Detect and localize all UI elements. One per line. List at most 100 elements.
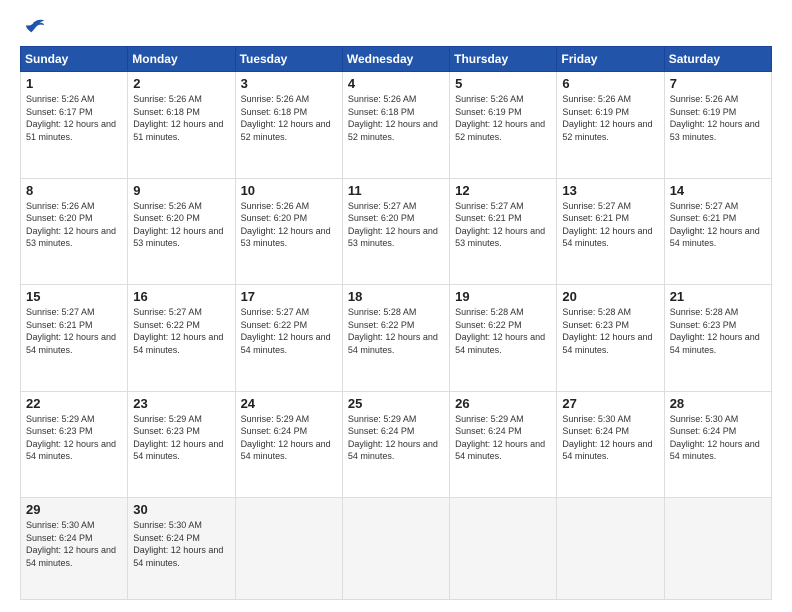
- day-number: 19: [455, 289, 551, 304]
- page: SundayMondayTuesdayWednesdayThursdayFrid…: [0, 0, 792, 612]
- logo-bird-icon: [24, 18, 46, 36]
- calendar-day-cell: [557, 498, 664, 600]
- calendar-day-cell: 16 Sunrise: 5:27 AMSunset: 6:22 PMDayligh…: [128, 285, 235, 392]
- day-number: 25: [348, 396, 444, 411]
- calendar-day-cell: 8 Sunrise: 5:26 AMSunset: 6:20 PMDaylight…: [21, 178, 128, 285]
- calendar-week-row: 1Sunrise: 5:26 AMSunset: 6:17 PMDaylight…: [21, 72, 772, 179]
- calendar-day-cell: 12 Sunrise: 5:27 AMSunset: 6:21 PMDayligh…: [450, 178, 557, 285]
- day-number: 20: [562, 289, 658, 304]
- day-info: Sunrise: 5:30 AMSunset: 6:24 PMDaylight:…: [562, 413, 658, 463]
- day-info: Sunrise: 5:29 AMSunset: 6:24 PMDaylight:…: [455, 413, 551, 463]
- calendar-day-cell: 22Sunrise: 5:29 AMSunset: 6:23 PMDayligh…: [21, 391, 128, 498]
- day-info: Sunrise: 5:27 AMSunset: 6:21 PMDaylight:…: [562, 200, 658, 250]
- day-number: 2: [133, 76, 229, 91]
- calendar-day-cell: 27 Sunrise: 5:30 AMSunset: 6:24 PMDayligh…: [557, 391, 664, 498]
- calendar-day-cell: 23 Sunrise: 5:29 AMSunset: 6:23 PMDayligh…: [128, 391, 235, 498]
- day-number: 17: [241, 289, 337, 304]
- calendar-day-cell: 19Sunrise: 5:28 AMSunset: 6:22 PMDayligh…: [450, 285, 557, 392]
- day-of-week-header: Sunday: [21, 47, 128, 72]
- day-number: 26: [455, 396, 551, 411]
- calendar-day-cell: 24 Sunrise: 5:29 AMSunset: 6:24 PMDayligh…: [235, 391, 342, 498]
- calendar-day-cell: 25 Sunrise: 5:29 AMSunset: 6:24 PMDayligh…: [342, 391, 449, 498]
- day-number: 10: [241, 183, 337, 198]
- day-info: Sunrise: 5:26 AMSunset: 6:19 PMDaylight:…: [562, 93, 658, 143]
- day-info: Sunrise: 5:27 AMSunset: 6:22 PMDaylight:…: [133, 306, 229, 356]
- calendar-day-cell: 28 Sunrise: 5:30 AMSunset: 6:24 PMDayligh…: [664, 391, 771, 498]
- day-number: 15: [26, 289, 122, 304]
- day-number: 11: [348, 183, 444, 198]
- day-number: 21: [670, 289, 766, 304]
- calendar-day-cell: [342, 498, 449, 600]
- day-info: Sunrise: 5:26 AMSunset: 6:19 PMDaylight:…: [670, 93, 766, 143]
- day-of-week-header: Friday: [557, 47, 664, 72]
- calendar-day-cell: 20Sunrise: 5:28 AMSunset: 6:23 PMDayligh…: [557, 285, 664, 392]
- day-info: Sunrise: 5:28 AMSunset: 6:23 PMDaylight:…: [670, 306, 766, 356]
- calendar-day-cell: 17Sunrise: 5:27 AMSunset: 6:22 PMDayligh…: [235, 285, 342, 392]
- calendar-day-cell: 29 Sunrise: 5:30 AMSunset: 6:24 PMDayligh…: [21, 498, 128, 600]
- calendar-week-row: 22Sunrise: 5:29 AMSunset: 6:23 PMDayligh…: [21, 391, 772, 498]
- calendar-day-cell: [235, 498, 342, 600]
- calendar-day-cell: 4 Sunrise: 5:26 AMSunset: 6:18 PMDaylight…: [342, 72, 449, 179]
- calendar-day-cell: 11 Sunrise: 5:27 AMSunset: 6:20 PMDayligh…: [342, 178, 449, 285]
- day-info: Sunrise: 5:26 AMSunset: 6:19 PMDaylight:…: [455, 93, 551, 143]
- calendar-week-row: 8 Sunrise: 5:26 AMSunset: 6:20 PMDaylight…: [21, 178, 772, 285]
- day-info: Sunrise: 5:26 AMSunset: 6:18 PMDaylight:…: [133, 93, 229, 143]
- day-number: 4: [348, 76, 444, 91]
- calendar-day-cell: 2 Sunrise: 5:26 AMSunset: 6:18 PMDaylight…: [128, 72, 235, 179]
- day-of-week-header: Tuesday: [235, 47, 342, 72]
- day-number: 7: [670, 76, 766, 91]
- calendar-table: SundayMondayTuesdayWednesdayThursdayFrid…: [20, 46, 772, 600]
- day-number: 3: [241, 76, 337, 91]
- day-number: 23: [133, 396, 229, 411]
- day-info: Sunrise: 5:26 AMSunset: 6:18 PMDaylight:…: [348, 93, 444, 143]
- calendar-day-cell: 15 Sunrise: 5:27 AMSunset: 6:21 PMDayligh…: [21, 285, 128, 392]
- day-info: Sunrise: 5:29 AMSunset: 6:24 PMDaylight:…: [348, 413, 444, 463]
- day-number: 18: [348, 289, 444, 304]
- day-info: Sunrise: 5:26 AMSunset: 6:20 PMDaylight:…: [26, 200, 122, 250]
- day-info: Sunrise: 5:26 AMSunset: 6:20 PMDaylight:…: [241, 200, 337, 250]
- day-number: 9: [133, 183, 229, 198]
- day-number: 28: [670, 396, 766, 411]
- day-info: Sunrise: 5:27 AMSunset: 6:21 PMDaylight:…: [26, 306, 122, 356]
- day-number: 12: [455, 183, 551, 198]
- logo: [20, 18, 46, 36]
- day-number: 8: [26, 183, 122, 198]
- calendar-day-cell: 5 Sunrise: 5:26 AMSunset: 6:19 PMDaylight…: [450, 72, 557, 179]
- calendar-day-cell: 10 Sunrise: 5:26 AMSunset: 6:20 PMDayligh…: [235, 178, 342, 285]
- day-info: Sunrise: 5:30 AMSunset: 6:24 PMDaylight:…: [670, 413, 766, 463]
- day-of-week-header: Monday: [128, 47, 235, 72]
- day-info: Sunrise: 5:29 AMSunset: 6:24 PMDaylight:…: [241, 413, 337, 463]
- calendar-week-row: 15 Sunrise: 5:27 AMSunset: 6:21 PMDayligh…: [21, 285, 772, 392]
- day-info: Sunrise: 5:30 AMSunset: 6:24 PMDaylight:…: [26, 519, 122, 569]
- header: [20, 18, 772, 36]
- calendar-day-cell: 14Sunrise: 5:27 AMSunset: 6:21 PMDayligh…: [664, 178, 771, 285]
- calendar-day-cell: [450, 498, 557, 600]
- day-number: 24: [241, 396, 337, 411]
- calendar-day-cell: 3 Sunrise: 5:26 AMSunset: 6:18 PMDaylight…: [235, 72, 342, 179]
- calendar-day-cell: [664, 498, 771, 600]
- day-info: Sunrise: 5:29 AMSunset: 6:23 PMDaylight:…: [26, 413, 122, 463]
- calendar-day-cell: 13Sunrise: 5:27 AMSunset: 6:21 PMDayligh…: [557, 178, 664, 285]
- day-of-week-header: Saturday: [664, 47, 771, 72]
- day-number: 5: [455, 76, 551, 91]
- day-number: 1: [26, 76, 122, 91]
- calendar-day-cell: 21 Sunrise: 5:28 AMSunset: 6:23 PMDayligh…: [664, 285, 771, 392]
- day-info: Sunrise: 5:27 AMSunset: 6:20 PMDaylight:…: [348, 200, 444, 250]
- calendar-day-cell: 18Sunrise: 5:28 AMSunset: 6:22 PMDayligh…: [342, 285, 449, 392]
- day-info: Sunrise: 5:27 AMSunset: 6:21 PMDaylight:…: [455, 200, 551, 250]
- day-info: Sunrise: 5:29 AMSunset: 6:23 PMDaylight:…: [133, 413, 229, 463]
- calendar-week-row: 29 Sunrise: 5:30 AMSunset: 6:24 PMDayligh…: [21, 498, 772, 600]
- calendar-day-cell: 26 Sunrise: 5:29 AMSunset: 6:24 PMDayligh…: [450, 391, 557, 498]
- day-number: 14: [670, 183, 766, 198]
- day-number: 30: [133, 502, 229, 517]
- day-info: Sunrise: 5:26 AMSunset: 6:20 PMDaylight:…: [133, 200, 229, 250]
- day-number: 29: [26, 502, 122, 517]
- day-number: 27: [562, 396, 658, 411]
- day-of-week-header: Wednesday: [342, 47, 449, 72]
- calendar-day-cell: 30 Sunrise: 5:30 AMSunset: 6:24 PMDayligh…: [128, 498, 235, 600]
- calendar-day-cell: 7 Sunrise: 5:26 AMSunset: 6:19 PMDaylight…: [664, 72, 771, 179]
- day-info: Sunrise: 5:26 AMSunset: 6:18 PMDaylight:…: [241, 93, 337, 143]
- calendar-day-cell: 6Sunrise: 5:26 AMSunset: 6:19 PMDaylight…: [557, 72, 664, 179]
- day-number: 16: [133, 289, 229, 304]
- day-info: Sunrise: 5:30 AMSunset: 6:24 PMDaylight:…: [133, 519, 229, 569]
